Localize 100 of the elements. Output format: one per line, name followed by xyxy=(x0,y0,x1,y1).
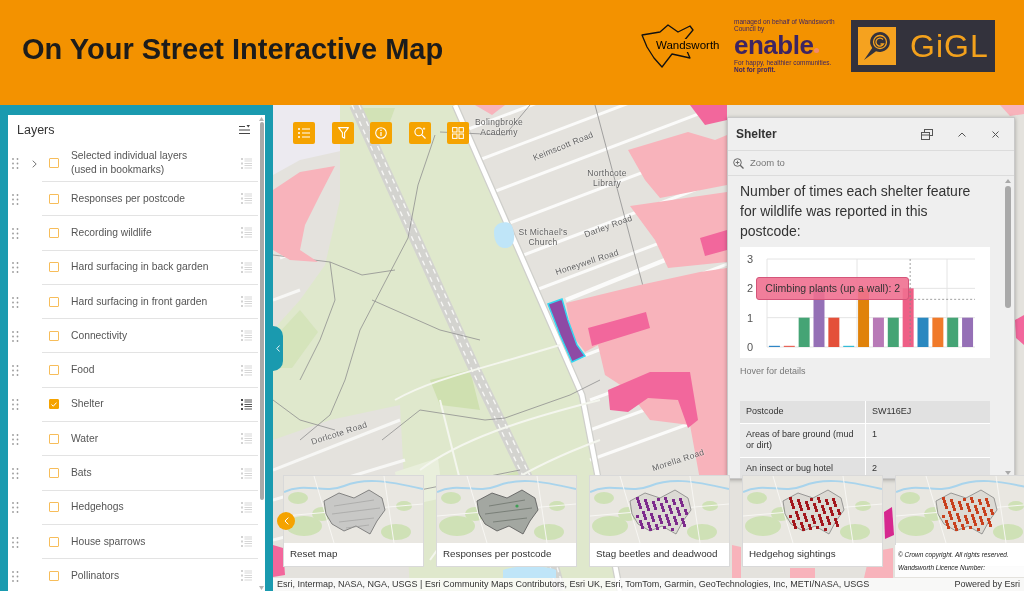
scroll-down-arrow-icon[interactable] xyxy=(1005,471,1011,475)
panel-title: Layers xyxy=(17,121,55,139)
checkbox[interactable] xyxy=(49,468,59,478)
chevron-up-icon[interactable] xyxy=(958,131,966,137)
map-label: Darley Road xyxy=(582,212,634,240)
layer-label: Hard surfacing in back garden xyxy=(71,260,209,275)
axis-label: 0 xyxy=(746,341,754,353)
drag-handle-icon[interactable] xyxy=(12,296,19,308)
table-cell-text: 1 xyxy=(871,427,878,441)
zoom-in-icon xyxy=(733,157,744,169)
bookmark-button[interactable]: Reset map xyxy=(283,475,424,567)
chart-bar xyxy=(872,317,884,347)
logo-text: enable xyxy=(734,32,814,58)
bookmark-button[interactable]: Stag beetles and deadwood xyxy=(589,475,730,567)
checkbox[interactable] xyxy=(49,399,59,410)
checkbox[interactable] xyxy=(49,570,59,581)
chart-bar xyxy=(887,317,899,347)
drag-handle-icon[interactable] xyxy=(12,468,19,479)
map-label: St Michael's Church xyxy=(517,227,569,247)
bookmark-button[interactable]: Hedgehog sightings xyxy=(742,475,883,567)
powered-by-link[interactable]: Powered by Esri xyxy=(954,579,1020,590)
chevron-left-icon xyxy=(276,345,280,352)
info-button[interactable] xyxy=(370,122,392,144)
map-label: Bolingbroke Academy xyxy=(473,117,525,137)
logo-text: GiGL xyxy=(910,27,989,64)
drag-handle-icon[interactable] xyxy=(12,433,19,445)
postcode-area xyxy=(790,568,815,578)
legend-list-icon[interactable] xyxy=(241,398,252,410)
postcode-area xyxy=(588,312,650,346)
table-cell-text: 2 xyxy=(871,461,878,475)
filter-button[interactable] xyxy=(332,122,354,144)
collapse-panel-button[interactable] xyxy=(273,326,283,371)
drag-handle-icon[interactable] xyxy=(12,570,19,582)
layer-label: House sparrows xyxy=(71,534,146,549)
chart-bar xyxy=(962,317,974,347)
bookmark-button[interactable]: Responses per postcode xyxy=(436,475,577,567)
chevron-left-icon xyxy=(283,517,289,525)
chart-tooltip: Climbing plants (up a wall): 2 xyxy=(756,277,910,301)
zoom-to-button[interactable]: Zoom to xyxy=(733,155,785,171)
postcode-area xyxy=(732,545,741,578)
layer-label: Recording wildlife xyxy=(71,225,152,240)
page-title: On Your Street Interactive Map xyxy=(22,31,444,66)
attribution-text: Esri, Intermap, NASA, NGA, USGS | Esri Community Maps Contributors, Esri UK, Esri, TomTom, Garmin, GeoTechnologies, Inc, METI/NASA, USGS xyxy=(277,579,870,590)
drag-handle-icon[interactable] xyxy=(12,365,19,377)
close-icon[interactable] xyxy=(992,130,999,138)
drag-handle-icon[interactable] xyxy=(12,536,19,548)
list-icon xyxy=(298,128,310,138)
info-icon xyxy=(375,127,387,139)
checkbox[interactable] xyxy=(49,365,59,376)
pond-area xyxy=(494,222,515,248)
drag-handle-icon[interactable] xyxy=(12,502,19,514)
chart-bar xyxy=(828,317,840,347)
drag-handle-icon[interactable] xyxy=(12,193,19,205)
grid-button[interactable] xyxy=(447,122,469,144)
axis-label: 3 xyxy=(746,253,754,265)
drag-handle-icon[interactable] xyxy=(12,227,19,239)
checkbox[interactable] xyxy=(49,158,59,168)
grass-area xyxy=(430,370,480,410)
street xyxy=(273,288,301,302)
dot-icon xyxy=(814,47,820,53)
location-pin-icon xyxy=(858,26,896,65)
popup-title: Shelter xyxy=(736,126,777,143)
map-label: Northcote Library xyxy=(586,168,628,188)
axis-label: 1 xyxy=(746,311,754,324)
drag-handle-icon[interactable] xyxy=(12,330,19,342)
checkbox[interactable] xyxy=(49,502,59,513)
checkbox[interactable] xyxy=(49,193,59,204)
checkbox[interactable] xyxy=(49,262,59,273)
drag-handle-icon[interactable] xyxy=(12,158,19,169)
layer-label: Responses per postcode xyxy=(71,191,185,206)
selected-postcode-area[interactable] xyxy=(547,298,587,363)
layer-label: Selected individual layers (used in bookmarks) xyxy=(71,149,189,177)
drag-handle-icon[interactable] xyxy=(12,262,19,274)
chart-bar xyxy=(798,317,810,347)
list-options-icon[interactable] xyxy=(239,125,250,135)
logo-text: Wandsworth xyxy=(655,38,721,52)
chevron-right-icon[interactable] xyxy=(32,159,37,168)
water-area xyxy=(503,566,556,578)
scroll-up-arrow-icon[interactable] xyxy=(259,117,264,121)
popup-heading: Number of times each shelter feature for wildlife was reported in this postcode: xyxy=(740,182,972,241)
layer-label: Water xyxy=(71,431,99,446)
scroll-down-arrow-icon[interactable] xyxy=(259,586,264,590)
checkbox[interactable] xyxy=(49,330,59,341)
dock-icon[interactable] xyxy=(921,128,933,140)
search-button[interactable] xyxy=(409,122,431,144)
scrollbar-thumb[interactable] xyxy=(1005,186,1011,308)
scroll-up-arrow-icon[interactable] xyxy=(1005,179,1011,183)
layer-label: Bats xyxy=(71,466,92,480)
layer-label: Hedgehogs xyxy=(71,500,124,515)
list-button[interactable] xyxy=(293,122,315,144)
checkbox[interactable] xyxy=(49,227,59,238)
chart-bar xyxy=(917,317,929,347)
scrollbar-thumb[interactable] xyxy=(260,122,264,500)
chart-bar xyxy=(932,317,944,347)
checkbox[interactable] xyxy=(49,433,59,444)
drag-handle-icon[interactable] xyxy=(12,399,19,411)
layer-label: Shelter xyxy=(71,397,104,412)
checkbox[interactable] xyxy=(49,536,59,547)
checkbox[interactable] xyxy=(49,296,59,307)
map-label: Morella Road xyxy=(650,446,706,474)
